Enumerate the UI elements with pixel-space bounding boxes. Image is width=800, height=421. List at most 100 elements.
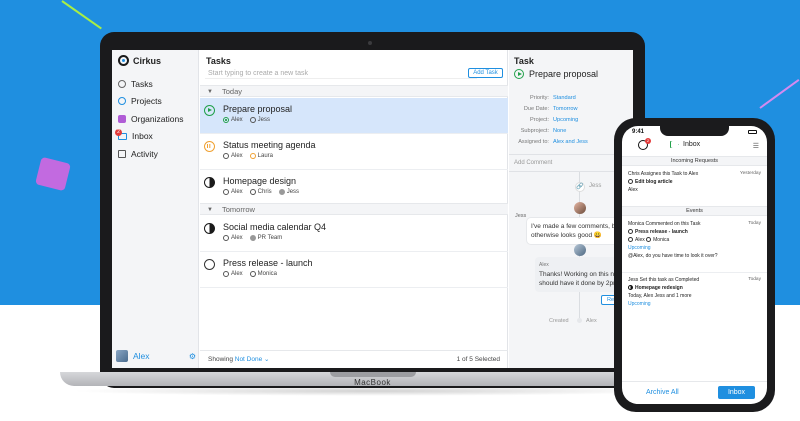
task-name: Homepage redesign (635, 285, 683, 291)
sidebar-nav: Tasks Projects Organizations 2 Inbox Act… (115, 75, 196, 163)
filter-dropdown[interactable]: Not Done (235, 356, 262, 363)
inbox-badge: 2 (115, 128, 122, 136)
person-name: Alex (231, 235, 243, 241)
phone-header: 2 Inbox ☰ (622, 137, 767, 154)
new-task-input[interactable]: Start typing to create a new task (205, 68, 477, 79)
person-name: Laura (257, 153, 274, 159)
phone-screen: 9:41 2 Inbox ☰ Incoming Requests Chris A… (622, 126, 767, 404)
cirkus-logo-icon (118, 55, 129, 66)
property-due-date[interactable]: Due Date: Tomorrow (509, 103, 633, 114)
circle-icon (118, 79, 126, 88)
item-title: Monica Commented on this Task (628, 221, 701, 227)
section-today[interactable]: ▼ Today (200, 85, 508, 97)
person-name: Monica (257, 271, 278, 277)
empty-status-icon[interactable] (204, 259, 215, 270)
menu-icon[interactable]: ☰ (753, 142, 759, 150)
phone-title: Inbox (670, 141, 700, 148)
play-status-icon[interactable] (514, 69, 524, 79)
table-row[interactable]: Prepare proposal Alex Jess (200, 98, 508, 134)
sidebar-item-organizations[interactable]: Organizations (116, 110, 196, 128)
sidebar-item-activity[interactable]: Activity (116, 145, 196, 163)
add-task-button[interactable]: Add Task (468, 68, 503, 78)
person-name: Chris (257, 189, 272, 195)
item-comment: @Alex, do you have time to look it over? (628, 253, 718, 259)
person-status-icon (223, 235, 229, 241)
table-row[interactable]: Social media calendar Q4 Alex PR Team (200, 216, 508, 252)
detail-task-name: Prepare proposal (529, 69, 599, 79)
property-value[interactable]: Standard (553, 95, 576, 101)
item-meta: Today, Alex Jess and 1 more (628, 293, 692, 299)
table-row[interactable]: Homepage design Alex Chris Jess (200, 170, 508, 206)
sidebar-item-label: Tasks (131, 78, 153, 89)
organizations-icon (118, 114, 126, 123)
section-tomorrow[interactable]: ▼ Tomorrow (200, 203, 508, 215)
person-status-icon (249, 153, 256, 159)
person-status-icon (223, 153, 229, 159)
archive-all-button[interactable]: Archive All (646, 389, 679, 396)
item-project[interactable]: Upcoming (628, 244, 761, 252)
list-item[interactable]: Chris Assignes this Task to Alex Yesterd… (628, 170, 761, 194)
phone-footer: Archive All Inbox (622, 381, 767, 404)
person: Alex (223, 189, 243, 195)
comment-author: Jess (515, 213, 527, 219)
list-item[interactable]: Jess Set this task as Completed Today Ho… (628, 276, 761, 308)
sidebar-item-tasks[interactable]: Tasks (116, 75, 196, 93)
inbox-button[interactable]: Inbox (718, 386, 755, 399)
comment-text: I've made a few comments, but otherwise … (531, 223, 621, 239)
person-name: Alex (231, 189, 243, 195)
table-row[interactable]: Press release - launch Alex Monica (200, 252, 508, 288)
property-value[interactable]: Upcoming (553, 117, 578, 123)
table-row[interactable]: Status meeting agenda Alex Laura (200, 134, 508, 170)
item-task: Homepage redesign (628, 284, 761, 292)
created-label: Created (549, 318, 569, 324)
sidebar-item-projects[interactable]: Projects (116, 93, 196, 111)
half-complete-status-icon[interactable] (204, 177, 215, 188)
play-status-icon[interactable] (204, 105, 215, 116)
chevron-down-icon: ⌄ (262, 356, 270, 363)
property-value[interactable]: None (553, 128, 566, 134)
avatar (574, 202, 586, 214)
task-name: Press release - launch (223, 258, 313, 268)
property-priority[interactable]: Priority: Standard (509, 92, 633, 103)
laptop-notch (330, 372, 416, 377)
property-project[interactable]: Project: Upcoming (509, 114, 633, 125)
item-title: Jess Set this task as Completed (628, 277, 700, 283)
person: Alex (223, 153, 243, 159)
phone-notch (660, 126, 729, 136)
detail-task: Prepare proposal (514, 69, 598, 79)
section-label: Tomorrow (222, 205, 255, 214)
person-name: Jess (286, 189, 300, 195)
person-name: Alex (231, 117, 243, 123)
task-name: Edit blog article (635, 179, 673, 185)
task-people: Alex Monica (223, 271, 277, 277)
settings-icon[interactable]: ⚙ (189, 352, 196, 361)
send-icon (670, 141, 679, 148)
current-user[interactable]: Alex ⚙ (116, 348, 196, 364)
person-name: PR Team (257, 235, 283, 241)
list-item[interactable]: Monica Commented on this Task Today Pres… (628, 220, 761, 260)
item-project[interactable]: Upcoming (628, 300, 761, 308)
task-name: Prepare proposal (223, 104, 293, 114)
tasks-footer: Showing Not Done ⌄ 1 of 5 Selected (200, 350, 508, 368)
device-brand: MacBook (354, 378, 391, 387)
add-comment-input[interactable]: Add Comment (514, 160, 552, 166)
sidebar-item-label: Projects (131, 96, 162, 107)
sidebar-item-label: Organizations (131, 113, 184, 124)
laptop-screen: Cirkus Tasks Projects Organizations 2 In… (112, 50, 633, 368)
item-people: Alex Monica (628, 236, 761, 244)
comment-text: Thanks! Working on this now should have … (539, 271, 623, 287)
section-incoming: Incoming Requests (622, 156, 767, 166)
half-complete-status-icon[interactable] (204, 223, 215, 234)
person-status-icon (223, 271, 229, 277)
collapse-triangle-icon: ▼ (207, 207, 213, 213)
avatar (574, 244, 586, 256)
app-name: Cirkus (133, 55, 162, 66)
task-name: Status meeting agenda (223, 140, 316, 150)
property-value[interactable]: Alex and Jess (553, 139, 588, 145)
pause-status-icon[interactable] (204, 141, 215, 152)
item-task: Press release - launch (628, 228, 761, 236)
property-key: Priority: (530, 94, 549, 101)
property-value[interactable]: Tomorrow (553, 106, 578, 112)
tasks-title: Tasks (206, 56, 231, 66)
sidebar-item-inbox[interactable]: 2 Inbox (115, 128, 196, 146)
